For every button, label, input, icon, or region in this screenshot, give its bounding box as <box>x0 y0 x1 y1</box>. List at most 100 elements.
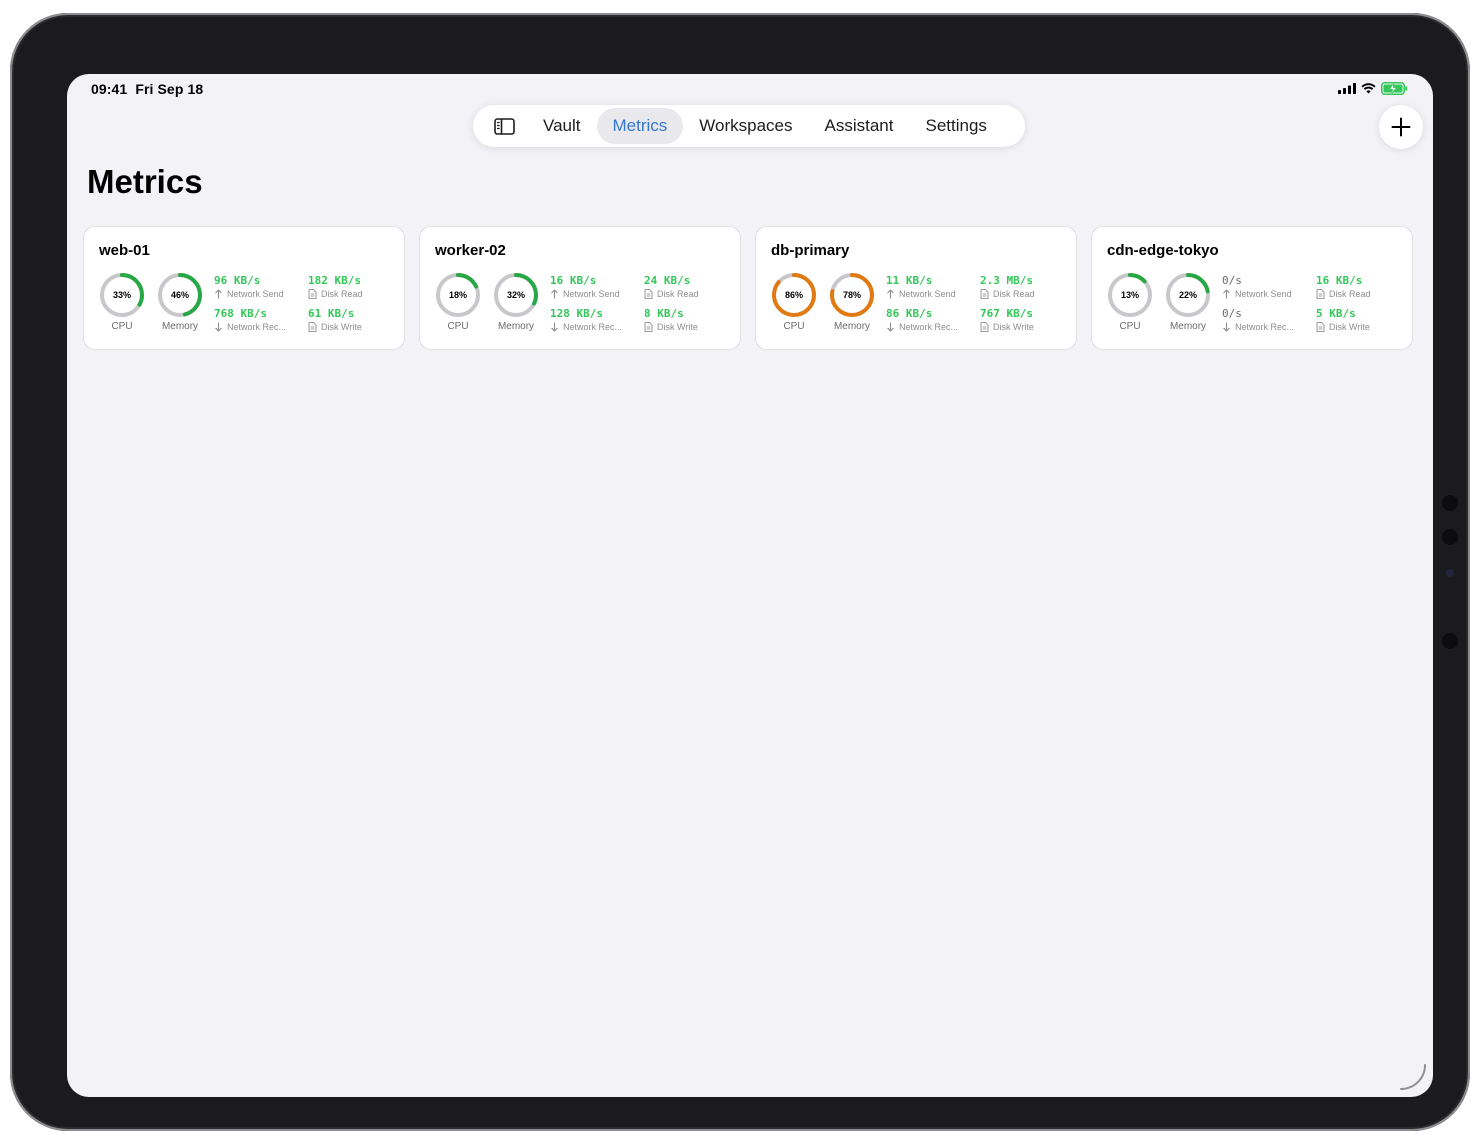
network-receive-label: Network Rec... <box>227 322 287 332</box>
server-card-list: web-01 33% CPU 46% Memory 96 KB/s Networ… <box>83 226 1413 350</box>
document-icon <box>644 322 653 332</box>
tab-metrics[interactable]: Metrics <box>596 108 684 144</box>
cpu-label: CPU <box>1119 321 1141 332</box>
network-send-label: Network Send <box>563 289 620 299</box>
network-send-stat: 0/s Network Send <box>1222 274 1314 299</box>
network-receive-label: Network Rec... <box>899 322 959 332</box>
document-icon <box>308 322 317 332</box>
network-receive-stat: 0/s Network Rec... <box>1222 307 1314 332</box>
status-date: Fri Sep 18 <box>135 81 204 97</box>
document-icon <box>1316 289 1325 299</box>
camera-lens <box>1442 495 1458 511</box>
network-send-value: 16 KB/s <box>550 274 597 287</box>
network-send-stat: 16 KB/s Network Send <box>550 274 642 299</box>
network-send-value: 0/s <box>1222 274 1242 287</box>
network-send-stat: 96 KB/s Network Send <box>214 274 306 299</box>
network-receive-stat: 86 KB/s Network Rec... <box>886 307 978 332</box>
disk-read-value: 24 KB/s <box>644 274 691 287</box>
network-receive-label: Network Rec... <box>1235 322 1295 332</box>
cpu-gauge: 86% CPU <box>771 272 817 332</box>
network-send-label: Network Send <box>227 289 284 299</box>
network-receive-stat: 128 KB/s Network Rec... <box>550 307 642 332</box>
memory-label: Memory <box>161 321 199 332</box>
lidar-sensor <box>1442 633 1458 649</box>
cpu-percent: 86% <box>784 290 803 300</box>
network-receive-value: 128 KB/s <box>550 307 603 320</box>
disk-write-stat: 767 KB/s Disk Write <box>980 307 1072 332</box>
plus-icon <box>1391 117 1411 137</box>
document-icon <box>1316 322 1325 332</box>
network-receive-value: 768 KB/s <box>214 307 267 320</box>
network-receive-value: 86 KB/s <box>886 307 933 320</box>
sidebar-toggle-icon <box>493 117 515 135</box>
arrow-down-icon <box>551 322 558 332</box>
memory-gauge: 22% Memory <box>1165 272 1211 332</box>
tab-workspaces[interactable]: Workspaces <box>683 108 808 144</box>
memory-percent: 78% <box>842 290 861 300</box>
disk-write-stat: 8 KB/s Disk Write <box>644 307 736 332</box>
tab-vault[interactable]: Vault <box>527 108 597 144</box>
cellular-signal-icon <box>1338 83 1356 94</box>
disk-write-value: 8 KB/s <box>644 307 684 320</box>
network-send-label: Network Send <box>899 289 956 299</box>
memory-label: Memory <box>833 321 871 332</box>
screen: 09:41 Fri Sep 18 Vault Metrics Workspace… <box>67 74 1433 1097</box>
memory-label: Memory <box>1169 321 1207 332</box>
cpu-gauge: 33% CPU <box>99 272 145 332</box>
server-name: db-primary <box>771 242 850 259</box>
disk-write-stat: 5 KB/s Disk Write <box>1316 307 1408 332</box>
disk-write-value: 767 KB/s <box>980 307 1033 320</box>
server-name: web-01 <box>99 242 150 259</box>
arrow-up-icon <box>1223 289 1230 299</box>
status-bar-clock: 09:41 Fri Sep 18 <box>91 81 203 97</box>
camera-lens <box>1442 529 1458 545</box>
arrow-up-icon <box>551 289 558 299</box>
network-send-stat: 11 KB/s Network Send <box>886 274 978 299</box>
arrow-up-icon <box>887 289 894 299</box>
disk-read-stat: 16 KB/s Disk Read <box>1316 274 1408 299</box>
document-icon <box>644 289 653 299</box>
cpu-label: CPU <box>783 321 805 332</box>
network-receive-value: 0/s <box>1222 307 1242 320</box>
server-name: cdn-edge-tokyo <box>1107 242 1219 259</box>
document-icon <box>308 289 317 299</box>
disk-read-label: Disk Read <box>1329 289 1371 299</box>
disk-read-stat: 2.3 MB/s Disk Read <box>980 274 1072 299</box>
memory-percent: 46% <box>170 290 189 300</box>
cpu-percent: 18% <box>448 290 467 300</box>
status-time: 09:41 <box>91 81 128 97</box>
server-name: worker-02 <box>435 242 506 259</box>
document-icon <box>980 322 989 332</box>
top-tab-bar: Vault Metrics Workspaces Assistant Setti… <box>473 105 1025 147</box>
server-card-web-01[interactable]: web-01 33% CPU 46% Memory 96 KB/s Networ… <box>83 226 405 350</box>
cpu-gauge: 18% CPU <box>435 272 481 332</box>
tab-assistant[interactable]: Assistant <box>809 108 910 144</box>
disk-write-label: Disk Write <box>657 322 698 332</box>
disk-write-stat: 61 KB/s Disk Write <box>308 307 400 332</box>
server-card-worker-02[interactable]: worker-02 18% CPU 32% Memory 16 KB/s Net… <box>419 226 741 350</box>
network-send-value: 11 KB/s <box>886 274 933 287</box>
sidebar-toggle-button[interactable] <box>481 105 527 147</box>
resize-handle-icon[interactable] <box>1397 1061 1429 1093</box>
arrow-down-icon <box>215 322 222 332</box>
disk-read-value: 16 KB/s <box>1316 274 1363 287</box>
memory-gauge: 78% Memory <box>829 272 875 332</box>
disk-write-label: Disk Write <box>993 322 1034 332</box>
network-receive-label: Network Rec... <box>563 322 623 332</box>
disk-read-label: Disk Read <box>321 289 363 299</box>
cpu-label: CPU <box>447 321 469 332</box>
disk-write-label: Disk Write <box>321 322 362 332</box>
cpu-percent: 33% <box>112 290 131 300</box>
network-receive-stat: 768 KB/s Network Rec... <box>214 307 306 332</box>
arrow-down-icon <box>887 322 894 332</box>
add-button[interactable] <box>1379 105 1423 149</box>
server-card-db-primary[interactable]: db-primary 86% CPU 78% Memory 11 KB/s Ne… <box>755 226 1077 350</box>
network-send-label: Network Send <box>1235 289 1292 299</box>
document-icon <box>980 289 989 299</box>
tab-settings[interactable]: Settings <box>909 108 1002 144</box>
memory-gauge: 46% Memory <box>157 272 203 332</box>
memory-percent: 22% <box>1178 290 1197 300</box>
server-card-cdn-edge-tokyo[interactable]: cdn-edge-tokyo 13% CPU 22% Memory 0/s Ne… <box>1091 226 1413 350</box>
memory-label: Memory <box>497 321 535 332</box>
disk-read-label: Disk Read <box>657 289 699 299</box>
